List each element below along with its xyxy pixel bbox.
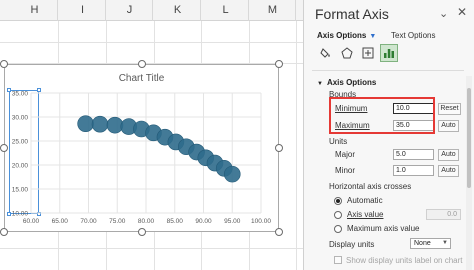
y-tick-label: 30.00 <box>12 115 29 122</box>
minor-auto-button[interactable]: Auto <box>438 165 459 177</box>
tab-axis-options[interactable]: Axis Options ▼ <box>317 31 376 40</box>
size-properties-icon[interactable] <box>359 44 377 62</box>
crosses-maximum-label: Maximum axis value <box>347 224 420 233</box>
crosses-axis-value-input[interactable]: 0.0 <box>426 209 461 220</box>
y-tick-label: 20.00 <box>12 163 29 170</box>
divider <box>312 70 464 71</box>
gridline <box>0 248 303 249</box>
display-units-value: None <box>414 240 431 247</box>
data-point <box>91 115 109 133</box>
chart-resize-handle[interactable] <box>275 144 283 152</box>
display-units-select[interactable]: None ▼ <box>410 238 451 249</box>
x-tick-label: 70.00 <box>80 218 97 225</box>
pane-scrollbar-thumb[interactable] <box>467 88 471 188</box>
y-tick-label: 35.00 <box>12 91 29 98</box>
axis-options-section-header[interactable]: ▼ Axis Options <box>317 78 376 87</box>
pane-options-chevron-icon[interactable]: ⌄ <box>439 7 448 20</box>
horizontal-axis-crosses-heading: Horizontal axis crosses <box>329 182 412 191</box>
chart-resize-handle[interactable] <box>0 144 8 152</box>
chevron-down-icon: ▼ <box>369 33 377 40</box>
show-display-units-checkbox[interactable] <box>334 256 342 264</box>
x-tick-label: 80.00 <box>138 218 155 225</box>
crosses-automatic-label: Automatic <box>347 196 383 205</box>
column-header-j[interactable]: J <box>107 0 153 21</box>
x-tick-label: 90.00 <box>195 218 212 225</box>
x-tick-label: 95.00 <box>224 218 241 225</box>
axis-options-chart-icon[interactable] <box>380 44 398 62</box>
maximum-auto-button[interactable]: Auto <box>438 120 459 132</box>
effects-pentagon-icon[interactable] <box>338 44 356 62</box>
column-header-m[interactable]: M <box>250 0 296 21</box>
y-tick-label: 25.00 <box>12 139 29 146</box>
crosses-axis-value-radio[interactable] <box>334 211 342 219</box>
x-tick-label: 75.00 <box>109 218 126 225</box>
chart-resize-handle[interactable] <box>275 228 283 236</box>
column-header-l[interactable]: L <box>203 0 249 21</box>
crosses-axis-value-label: Axis value <box>347 210 384 219</box>
data-point <box>77 115 94 133</box>
column-header-bar: H I J K L M <box>0 0 303 21</box>
chart-resize-handle[interactable] <box>138 60 146 68</box>
collapse-caret-icon: ▼ <box>317 81 323 87</box>
gridline <box>0 42 303 43</box>
units-heading: Units <box>329 137 348 146</box>
column-header-k[interactable]: K <box>155 0 201 21</box>
tab-text-options[interactable]: Text Options <box>391 31 435 40</box>
bounds-highlight-annotation <box>329 97 435 134</box>
fill-line-icon[interactable] <box>317 44 335 62</box>
minimum-reset-button[interactable]: Reset <box>438 103 461 115</box>
format-axis-pane: Format Axis ⌄ ✕ Axis Options ▼ Text Optio… <box>303 0 474 270</box>
show-display-units-label: Show display units label on chart <box>346 256 463 265</box>
chart-resize-handle[interactable] <box>0 228 8 236</box>
major-unit-input[interactable]: 5.0 <box>393 149 434 160</box>
scatter-plot[interactable]: 10.00 15.00 20.00 25.00 30.00 35.00 60.00 65.00… <box>5 65 278 231</box>
chart-object[interactable]: Chart Title 10.00 15.00 20.00 25.00 30.00 35.… <box>4 64 279 232</box>
tab-axis-options-label: Axis Options <box>317 31 367 40</box>
axis-options-section-label: Axis Options <box>326 78 377 87</box>
gridline <box>296 21 297 270</box>
minor-unit-input[interactable]: 1.0 <box>393 165 434 176</box>
crosses-maximum-radio[interactable] <box>334 225 342 233</box>
x-tick-label: 60.00 <box>23 218 40 225</box>
chart-resize-handle[interactable] <box>275 60 283 68</box>
dropdown-caret-icon: ▼ <box>442 240 448 246</box>
y-tick-label: 15.00 <box>12 187 29 194</box>
pane-title: Format Axis <box>315 6 389 22</box>
column-header-h[interactable]: H <box>12 0 58 21</box>
x-tick-label: 85.00 <box>167 218 184 225</box>
chart-resize-handle[interactable] <box>0 60 8 68</box>
chart-resize-handle[interactable] <box>138 228 146 236</box>
pane-scrollbar[interactable] <box>466 76 472 270</box>
column-header-i[interactable]: I <box>60 0 106 21</box>
major-auto-button[interactable]: Auto <box>438 149 459 161</box>
minor-label: Minor <box>335 166 356 175</box>
crosses-automatic-radio[interactable] <box>334 197 342 205</box>
data-point <box>223 165 241 183</box>
x-tick-label: 65.00 <box>52 218 69 225</box>
y-tick-label: 10.00 <box>12 211 29 218</box>
data-point <box>106 116 124 134</box>
close-icon[interactable]: ✕ <box>457 5 467 19</box>
display-units-label: Display units <box>329 240 374 249</box>
display-units-label-text: Display units <box>329 240 375 249</box>
worksheet[interactable]: H I J K L M Chart Title 10.00 15.00 20.00 2… <box>0 0 303 270</box>
x-tick-label: 100.00 <box>251 218 271 225</box>
major-label: Major <box>335 150 356 159</box>
